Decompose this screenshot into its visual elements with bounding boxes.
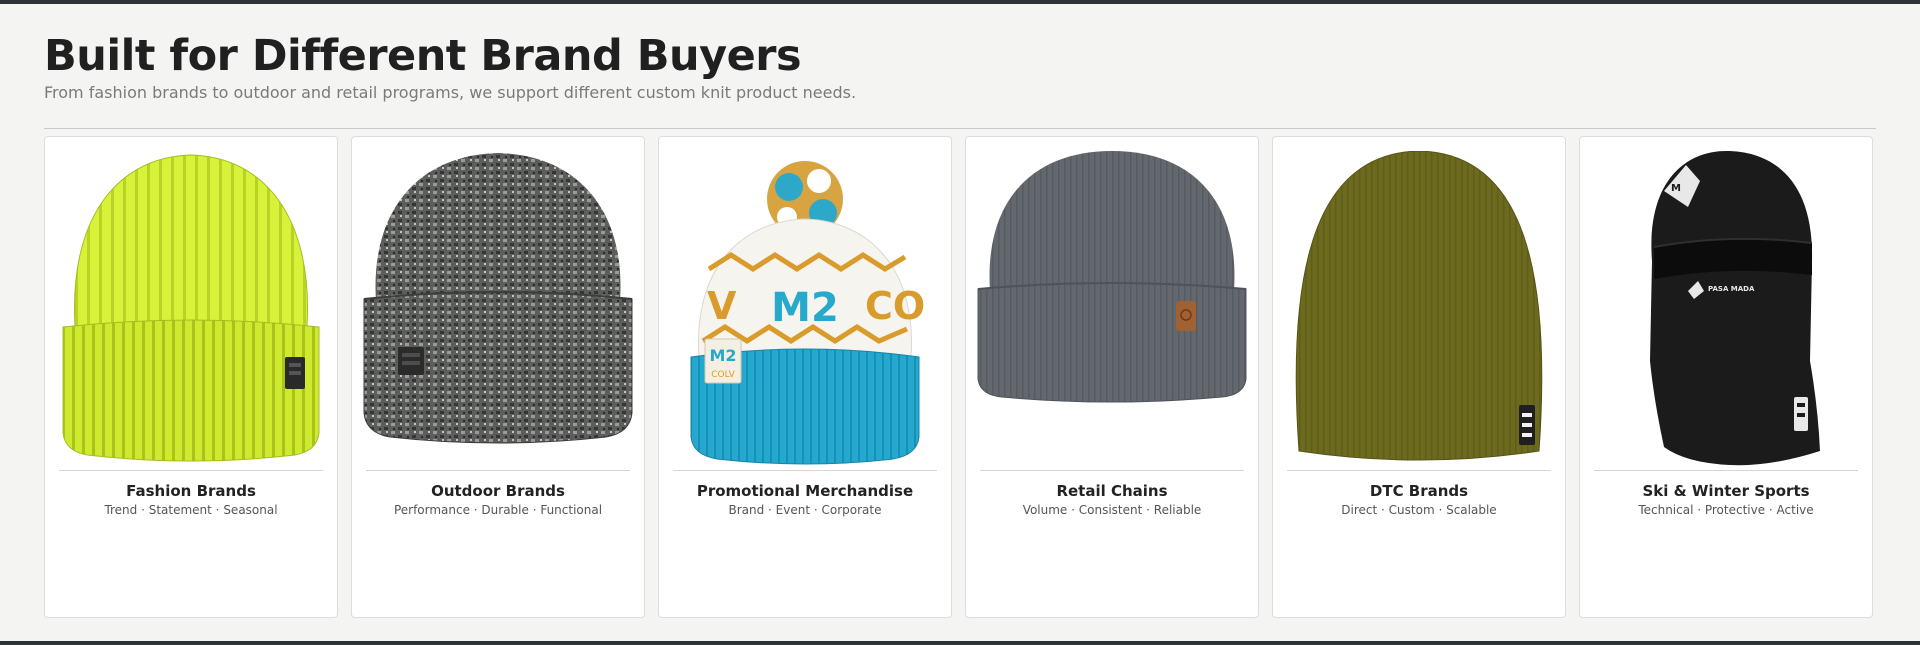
card-tags: Technical · Protective · Active — [1638, 503, 1814, 517]
card-tags: Trend · Statement · Seasonal — [104, 503, 278, 517]
card-divider — [59, 470, 323, 471]
card-title: Ski & Winter Sports — [1642, 482, 1810, 500]
header-divider — [44, 128, 1876, 129]
svg-text:V: V — [707, 284, 737, 328]
svg-text:COLV: COLV — [711, 370, 735, 380]
card-title: Fashion Brands — [126, 482, 256, 500]
card-divider — [980, 470, 1244, 471]
slate-cuffed-beanie-image — [976, 151, 1248, 467]
olive-slouch-beanie-image — [1283, 151, 1555, 467]
buyer-card-fashion[interactable]: Fashion Brands Trend · Statement · Seaso… — [44, 136, 338, 618]
svg-text:M2: M2 — [771, 285, 839, 331]
card-tags: Brand · Event · Corporate — [728, 503, 882, 517]
buyer-card-outdoor[interactable]: Outdoor Brands Performance · Durable · F… — [351, 136, 645, 618]
svg-text:CO: CO — [865, 284, 925, 328]
black-balaclava-image: M PASA MADA — [1590, 151, 1862, 467]
page-title: Built for Different Brand Buyers — [44, 31, 802, 81]
svg-text:M2: M2 — [709, 346, 736, 365]
header-section: Built for Different Brand Buyers From fa… — [44, 30, 1876, 129]
buyer-card-grid: Fashion Brands Trend · Statement · Seaso… — [44, 136, 1873, 618]
buyer-card-dtc[interactable]: DTC Brands Direct · Custom · Scalable — [1272, 136, 1566, 618]
card-divider — [673, 470, 937, 471]
card-divider — [366, 470, 630, 471]
neon-yellow-beanie-image — [55, 151, 327, 467]
svg-text:PASA MADA: PASA MADA — [1708, 285, 1755, 293]
card-divider — [1287, 470, 1551, 471]
jacquard-pom-beanie-image: M2 V CO M2 COLV — [669, 151, 941, 467]
card-tags: Volume · Consistent · Reliable — [1022, 503, 1202, 517]
card-title: Promotional Merchandise — [696, 482, 914, 500]
bottom-border — [0, 641, 1920, 645]
buyer-card-retail[interactable]: Retail Chains Volume · Consistent · Reli… — [965, 136, 1259, 618]
card-title: Outdoor Brands — [431, 482, 565, 500]
grey-marled-beanie-image — [362, 151, 634, 467]
buyer-card-promotional[interactable]: M2 V CO M2 COLV Promotional Merchandise … — [658, 136, 952, 618]
card-tags: Performance · Durable · Functional — [393, 503, 603, 517]
card-title: DTC Brands — [1369, 482, 1469, 500]
card-title: Retail Chains — [1056, 482, 1168, 500]
top-border — [0, 0, 1920, 4]
card-tags: Direct · Custom · Scalable — [1341, 503, 1497, 517]
page-subtitle: From fashion brands to outdoor and retai… — [44, 83, 857, 102]
svg-text:M: M — [1671, 183, 1681, 194]
card-divider — [1594, 470, 1858, 471]
buyer-card-ski[interactable]: M PASA MADA Ski & Winter Sports Technica… — [1579, 136, 1873, 618]
